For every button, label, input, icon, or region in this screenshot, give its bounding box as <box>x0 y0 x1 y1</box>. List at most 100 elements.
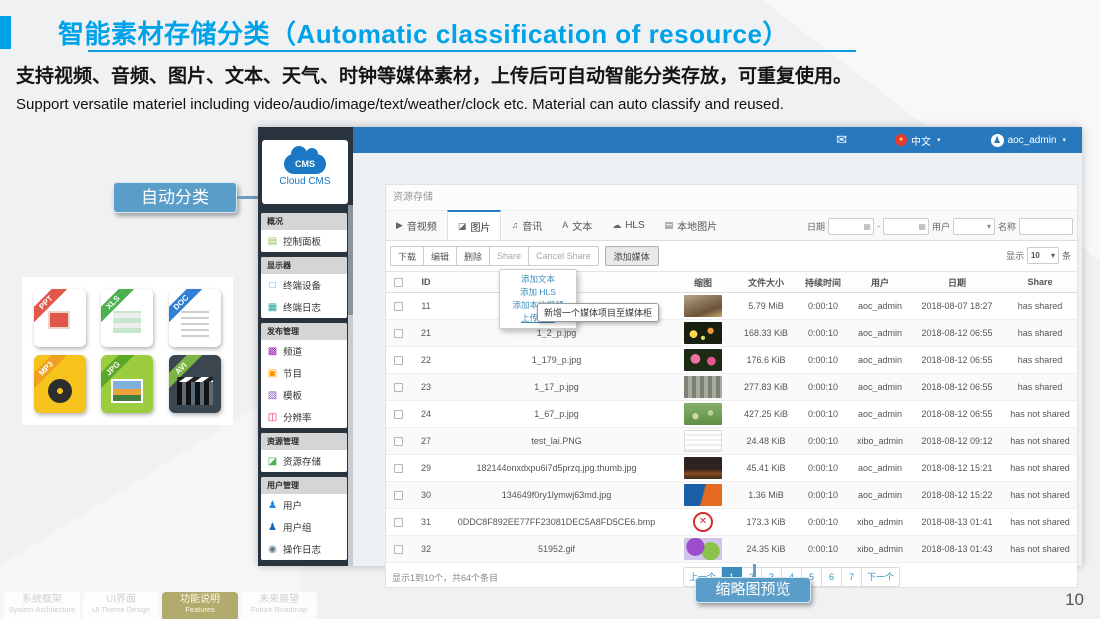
sidebar-item-display[interactable]: □终端设备 <box>261 274 347 296</box>
table-row[interactable]: 11156.JPG5.79 MiB0:00:10aoc_admin2018-08… <box>386 293 1077 320</box>
mail-icon[interactable]: ✉ <box>836 132 847 148</box>
sidebar-section: 用户管理♟用户♟用户组◉操作日志 <box>261 477 347 560</box>
footer-tab-zh: 未来展望 <box>241 594 317 605</box>
row-checkbox[interactable] <box>394 410 403 419</box>
file-size: 176.6 KiB <box>735 355 797 365</box>
share-status: has not shared <box>1003 409 1077 419</box>
row-checkbox[interactable] <box>394 302 403 311</box>
sidebar-section-header: 概况 <box>261 213 347 230</box>
sidebar-item-user-group[interactable]: ♟用户组 <box>261 516 347 538</box>
footer-tab-2[interactable]: UI界面UI Theme Design <box>83 592 159 619</box>
sidebar-section-header: 用户管理 <box>261 477 347 494</box>
table-row[interactable]: 241_67_p.jpg427.25 KiB0:00:10aoc_admin20… <box>386 401 1077 428</box>
tab-audio[interactable]: ♫音讯 <box>501 210 552 240</box>
duration: 0:00:10 <box>797 463 849 473</box>
file-type-icons-panel: PPTXLSDOCMP3JPGAVI <box>22 277 233 425</box>
footer-tab-4[interactable]: 未来展望Future Roadmap <box>241 592 317 619</box>
tab-label: 音视频 <box>407 218 437 233</box>
footer-tab-3[interactable]: 功能说明Features <box>162 592 238 619</box>
page-button-7[interactable]: 7 <box>842 567 862 587</box>
sidebar-item-resolution[interactable]: ◫ 分辨率 <box>261 406 347 428</box>
table-row[interactable]: 30134649f0ry1lymwj63md.jpg1.36 MiB0:00:1… <box>386 482 1077 509</box>
cancel-share-button[interactable]: Cancel Share <box>529 246 599 266</box>
sidebar-item-calendar[interactable]: ▦终端日志 <box>261 296 347 318</box>
tab-image[interactable]: ◪图片 <box>447 210 502 240</box>
language-label: 中文 <box>911 133 931 148</box>
name-input[interactable] <box>1019 218 1073 235</box>
resolution-icon: ◫ <box>267 412 278 423</box>
sidebar-item-label: 分辨率 <box>283 410 312 424</box>
tab-label: 音讯 <box>522 218 542 233</box>
file-id: 27 <box>410 436 442 446</box>
language-menu[interactable]: ★ 中文 ▾ <box>895 133 941 148</box>
sidebar-item-user[interactable]: ♟用户 <box>261 494 347 516</box>
storage-icon: ◪ <box>267 456 278 467</box>
jpg-file-icon: JPG <box>101 355 153 413</box>
table-row[interactable]: 231_17_p.jpg277.83 KiB0:00:10aoc_admin20… <box>386 374 1077 401</box>
row-checkbox[interactable] <box>394 518 403 527</box>
sidebar-item-log-eye[interactable]: ◉操作日志 <box>261 538 347 560</box>
table-row[interactable]: 3251952.gif24.35 KiB0:00:10xibo_admin201… <box>386 536 1077 563</box>
share-status: has not shared <box>1003 490 1077 500</box>
table-row[interactable]: 29182144onxdxpu6i7d5przq.jpg.thumb.jpg45… <box>386 455 1077 482</box>
page-button-6[interactable]: 6 <box>822 567 842 587</box>
row-checkbox[interactable] <box>394 464 403 473</box>
file-id: 31 <box>410 517 442 527</box>
file-id: 32 <box>410 544 442 554</box>
file-size: 24.35 KiB <box>735 544 797 554</box>
owner-user: xibo_admin <box>849 517 911 527</box>
add-media-button[interactable]: 添加媒体 <box>605 246 659 266</box>
footer-tab-en: Features <box>162 605 238 614</box>
ppt-file-icon: PPT <box>34 289 86 347</box>
row-checkbox[interactable] <box>394 437 403 446</box>
date: 2018-08-12 06:55 <box>911 328 1003 338</box>
tab-hls[interactable]: ☁HLS <box>602 210 654 240</box>
page-number: 10 <box>1065 590 1084 610</box>
mp3-file-icon: MP3 <box>34 355 86 413</box>
footer-tab-en: System Architecture <box>4 605 80 614</box>
删除-button[interactable]: 删除 <box>457 246 490 266</box>
row-checkbox[interactable] <box>394 491 403 500</box>
table-row[interactable]: 310DDC8F892EE77FF23081DEC5A8FD5CE6.bmp17… <box>386 509 1077 536</box>
file-size: 427.25 KiB <box>735 409 797 419</box>
编辑-button[interactable]: 编辑 <box>424 246 457 266</box>
dropdown-item[interactable]: 添加 HLS <box>500 286 576 299</box>
下载-button[interactable]: 下载 <box>390 246 424 266</box>
share-button[interactable]: Share <box>490 246 529 266</box>
row-checkbox[interactable] <box>394 356 403 365</box>
sidebar-section-header: 发布管理 <box>261 323 347 340</box>
table-row[interactable]: 211_2_p.jpg168.33 KiB0:00:10aoc_admin201… <box>386 320 1077 347</box>
next-page-button[interactable]: 下一个 <box>862 567 900 587</box>
xls-file-icon: XLS <box>101 289 153 347</box>
date-to-input[interactable]: ▦ <box>883 218 929 235</box>
sidebar-item-storage[interactable]: ◪资源存储 <box>261 450 347 472</box>
user-select[interactable]: ▾ <box>953 218 995 235</box>
date: 2018-08-12 06:55 <box>911 409 1003 419</box>
tab-local-image[interactable]: ▤本地图片 <box>655 210 728 240</box>
table-row[interactable]: 221_179_p.jpg176.6 KiB0:00:10aoc_admin20… <box>386 347 1077 374</box>
row-checkbox[interactable] <box>394 383 403 392</box>
sidebar-item-program[interactable]: ▣节目 <box>261 362 347 384</box>
date-from-input[interactable]: ▦ <box>828 218 874 235</box>
sidebar-item-label: 终端日志 <box>283 300 321 314</box>
user-menu[interactable]: ♟ aoc_admin ▾ <box>991 134 1066 147</box>
tab-av[interactable]: ▶音视频 <box>386 210 447 240</box>
page-size-select[interactable]: 10▾ <box>1027 247 1059 264</box>
footer-tab-1[interactable]: 系统框架System Architecture <box>4 592 80 619</box>
tab-text[interactable]: A文本 <box>552 210 602 240</box>
thumbnail <box>684 322 722 344</box>
sidebar-item-template[interactable]: ▧模板 <box>261 384 347 406</box>
logo-label: Cloud CMS <box>262 176 348 187</box>
row-checkbox[interactable] <box>394 329 403 338</box>
select-all-checkbox[interactable] <box>394 278 403 287</box>
dropdown-item[interactable]: 添加文本 <box>500 273 576 286</box>
table-row[interactable]: 27test_lai.PNG24.48 KiB0:00:10xibo_admin… <box>386 428 1077 455</box>
callout-connector-line <box>753 564 756 578</box>
row-checkbox[interactable] <box>394 545 403 554</box>
cms-window: CMS Cloud CMS 概况▤控制面板显示器□终端设备▦终端日志发布管理▩频… <box>258 127 1082 566</box>
file-id: 24 <box>410 409 442 419</box>
sidebar-item-dashboard[interactable]: ▤控制面板 <box>261 230 347 252</box>
callout-connector-line <box>237 196 259 199</box>
thumbnail <box>684 403 722 425</box>
sidebar-item-channel[interactable]: ▩频道 <box>261 340 347 362</box>
